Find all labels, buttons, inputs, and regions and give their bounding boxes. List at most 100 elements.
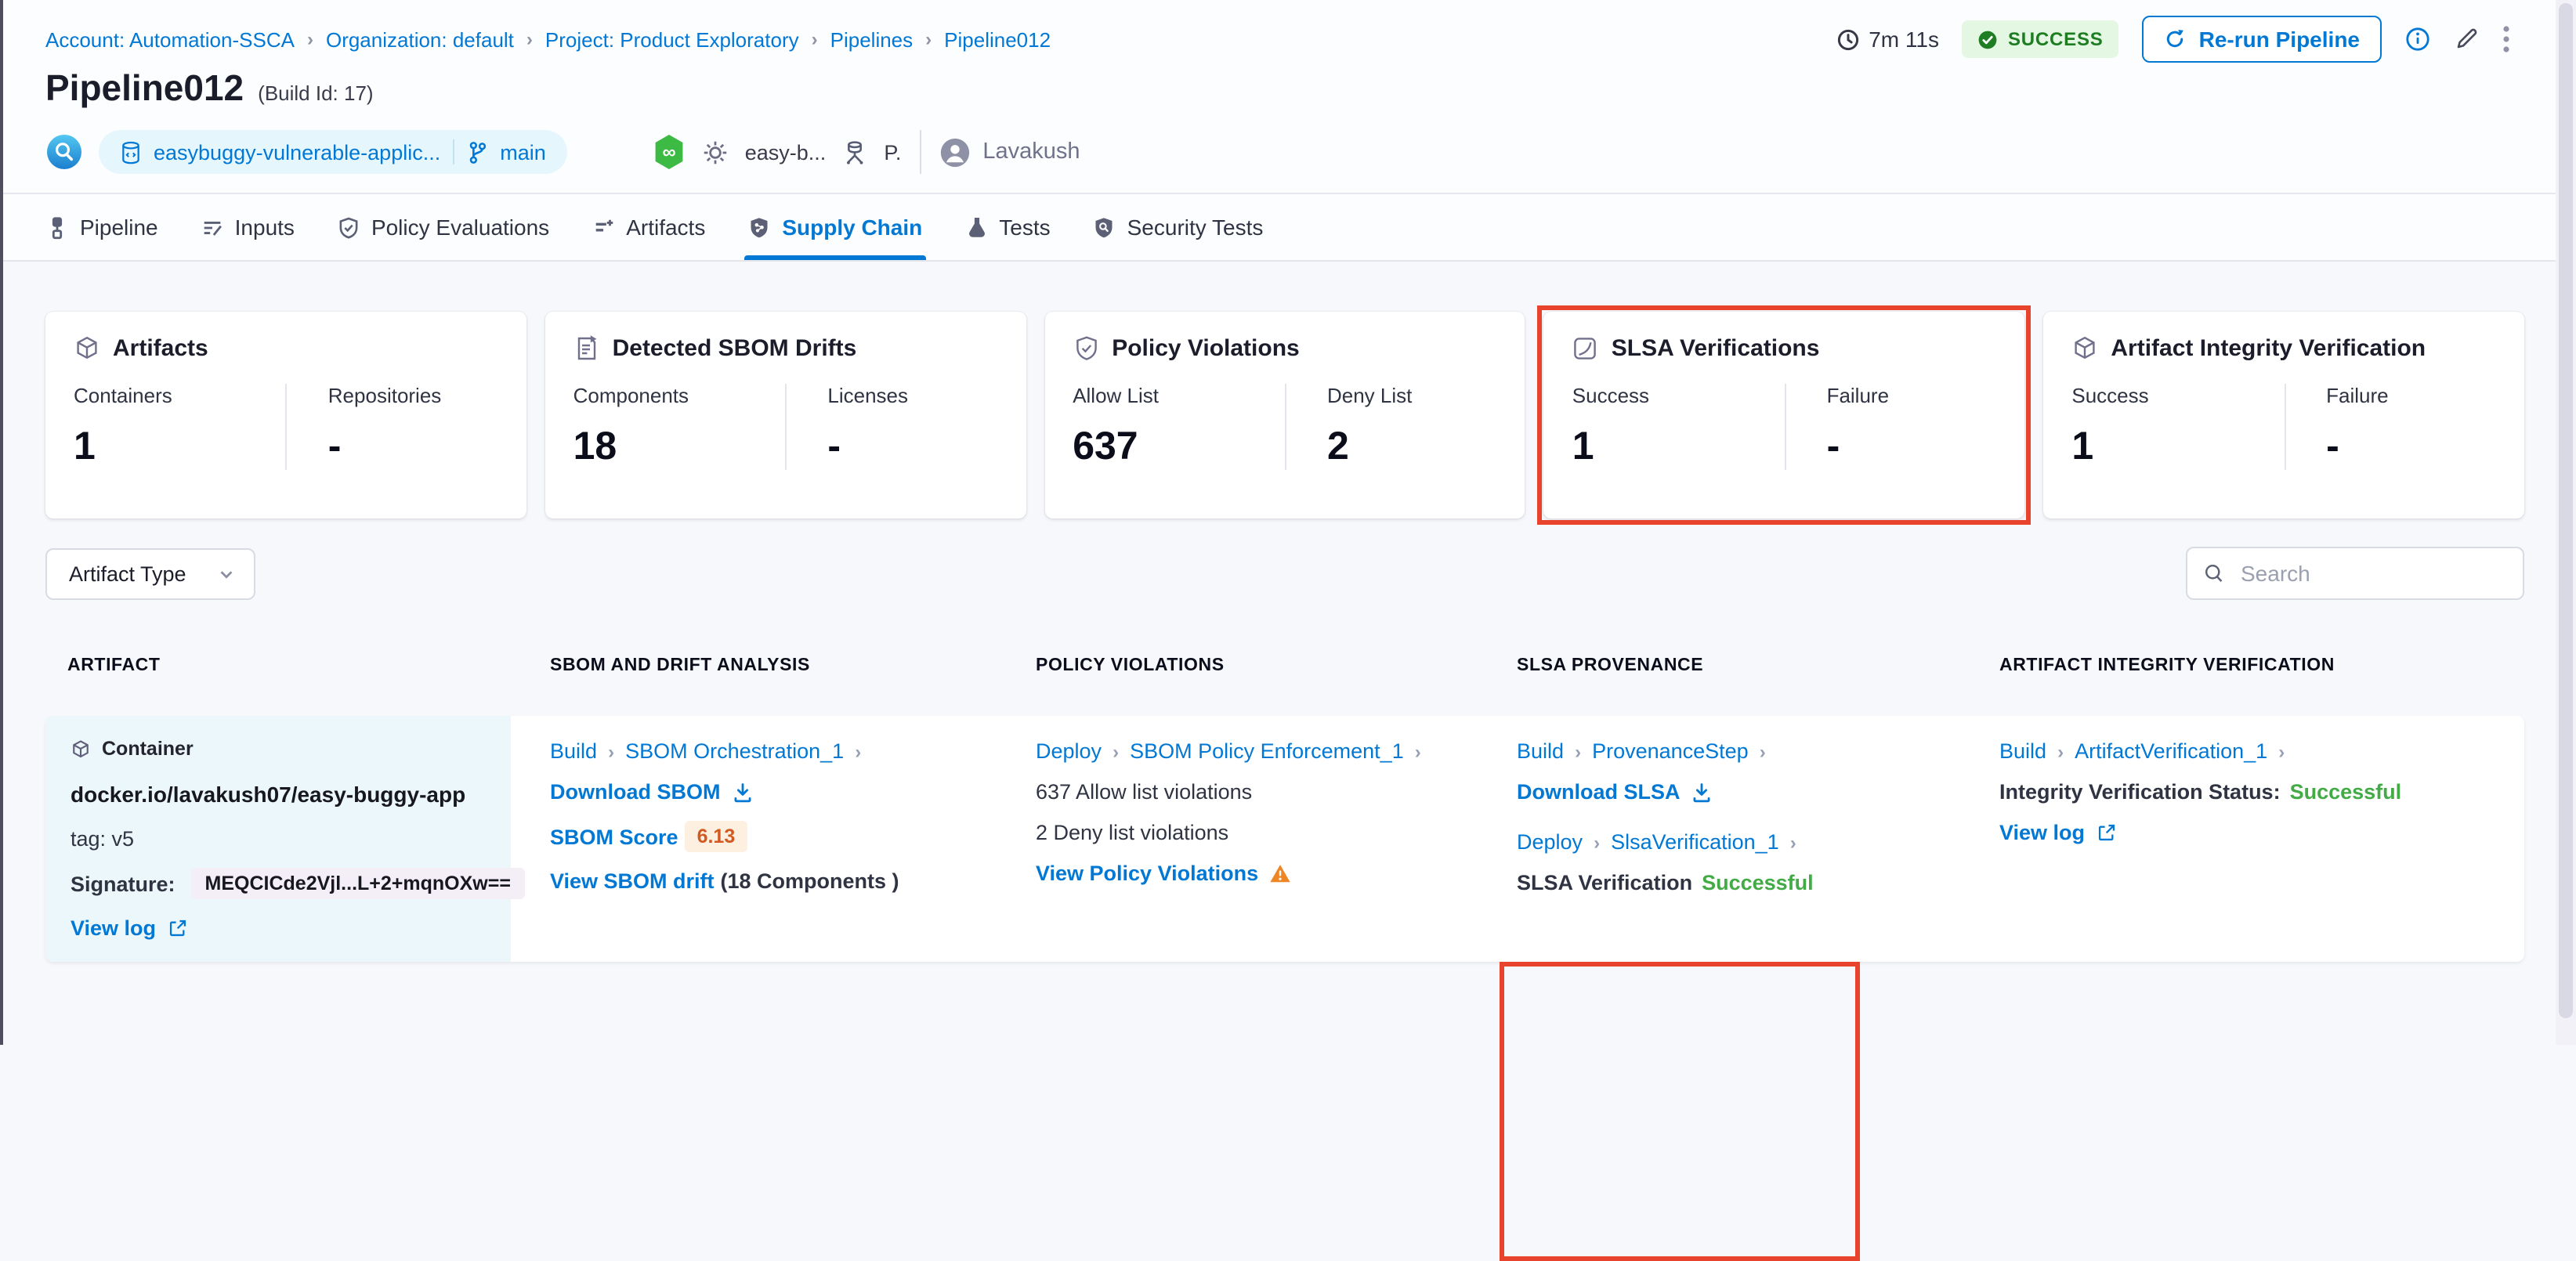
ci-hexagon-icon: ∞ bbox=[656, 135, 684, 169]
chevron-right-icon: › bbox=[608, 740, 615, 762]
environment-icon bbox=[847, 140, 863, 164]
column-header-policy-violations: POLICY VIOLATIONS bbox=[1036, 656, 1225, 675]
external-link-icon bbox=[2097, 824, 2115, 841]
chevron-right-icon: › bbox=[1789, 831, 1796, 853]
sbom-cell: Build › SBOM Orchestration_1 › Download … bbox=[511, 716, 997, 962]
table-header: ARTIFACT SBOM AND DRIFT ANALYSIS POLICY … bbox=[45, 656, 2524, 675]
page: Account: Automation-SSCA › Organization:… bbox=[0, 0, 2576, 1261]
pipeline-icon bbox=[52, 216, 63, 239]
header-divider bbox=[920, 130, 922, 174]
artifact-type-label: Container bbox=[102, 738, 194, 760]
sbom-stage-link[interactable]: Build bbox=[550, 739, 597, 763]
list-plus-icon bbox=[595, 219, 613, 231]
pill-divider bbox=[453, 139, 455, 164]
refresh-icon bbox=[2167, 30, 2184, 48]
search-icon bbox=[2205, 564, 2223, 582]
slsa-icon bbox=[1574, 338, 1597, 360]
sbom-document-icon bbox=[577, 335, 596, 360]
tab-supply-chain[interactable]: Supply Chain bbox=[744, 194, 927, 260]
breadcrumb-project[interactable]: Project: Product Exploratory bbox=[545, 27, 799, 51]
integrity-verification-status: Integrity Verification Status: Successfu… bbox=[1999, 780, 2402, 804]
breadcrumb-current[interactable]: Pipeline012 bbox=[944, 27, 1051, 51]
sbom-score-badge: 6.13 bbox=[684, 821, 748, 852]
stat-licenses: Licenses - bbox=[785, 384, 997, 470]
status-badge: SUCCESS bbox=[1962, 20, 2119, 58]
artifact-tag: tag: v5 bbox=[71, 827, 135, 851]
sbom-step-link[interactable]: SBOM Orchestration_1 bbox=[625, 739, 844, 763]
tab-security-tests[interactable]: Security Tests bbox=[1093, 194, 1263, 260]
slsa-verification-step-link[interactable]: SlsaVerification_1 bbox=[1611, 830, 1779, 854]
card-artifacts: Artifacts Containers 1 Repositories - bbox=[45, 312, 526, 518]
stat-slsa-failure: Failure - bbox=[1784, 384, 1997, 470]
branch-name: main bbox=[500, 140, 546, 164]
edit-button[interactable] bbox=[2454, 27, 2479, 52]
sbom-score-link[interactable]: SBOM Score bbox=[550, 825, 678, 848]
breadcrumb-organization[interactable]: Organization: default bbox=[326, 27, 514, 51]
shield-check-icon bbox=[1076, 336, 1096, 360]
chevron-right-icon: › bbox=[2057, 740, 2064, 762]
tab-tests[interactable]: Tests bbox=[964, 194, 1051, 260]
artifact-type-select[interactable]: Artifact Type bbox=[45, 547, 255, 599]
policy-stage-link[interactable]: Deploy bbox=[1036, 739, 1102, 763]
chevron-right-icon: › bbox=[526, 28, 533, 50]
deny-list-violations: 2 Deny list violations bbox=[1036, 821, 1229, 844]
tab-inputs[interactable]: Inputs bbox=[201, 194, 295, 260]
git-branch-icon bbox=[469, 141, 487, 163]
signature-value[interactable]: MEQCICde2Vjl...L+2+mqnOXw== bbox=[190, 868, 525, 899]
column-header-sbom: SBOM AND DRIFT ANALYSIS bbox=[550, 656, 810, 675]
chevron-right-icon: › bbox=[1575, 740, 1582, 762]
download-sbom-link[interactable]: Download SBOM bbox=[550, 780, 754, 804]
repo-branch-pill[interactable]: easybuggy-vulnerable-applic... main bbox=[99, 130, 568, 174]
kebab-menu-icon bbox=[2503, 26, 2509, 52]
stat-repositories: Repositories - bbox=[285, 384, 498, 470]
artifact-image-name: docker.io/lavakush07/easy-buggy-app bbox=[71, 782, 466, 807]
tab-artifacts[interactable]: Artifacts bbox=[592, 194, 705, 260]
artifact-verification-step-link[interactable]: ArtifactVerification_1 bbox=[2075, 739, 2267, 763]
download-slsa-link[interactable]: Download SLSA bbox=[1517, 780, 1713, 804]
slsa-build-stage-link[interactable]: Build bbox=[1517, 739, 1564, 763]
view-log-link[interactable]: View log bbox=[71, 916, 187, 940]
flask-icon bbox=[968, 216, 985, 237]
view-log-link[interactable]: View log bbox=[1999, 821, 2116, 844]
view-sbom-drift-link[interactable]: View SBOM drift bbox=[550, 869, 715, 893]
integrity-cell: Build › ArtifactVerification_1 › Integri… bbox=[1960, 716, 2524, 962]
provenance-step-link[interactable]: ProvenanceStep bbox=[1592, 739, 1749, 763]
tab-policy-evaluations[interactable]: Policy Evaluations bbox=[337, 194, 549, 260]
clock-icon bbox=[1837, 28, 1858, 50]
user-info: Lavakush bbox=[940, 137, 1080, 167]
security-shield-search-icon bbox=[1096, 217, 1113, 237]
scrollbar-thumb[interactable] bbox=[2559, 3, 2573, 1018]
search-input[interactable] bbox=[2238, 559, 2507, 587]
info-button[interactable] bbox=[2405, 27, 2430, 52]
repo-name: easybuggy-vulnerable-applic... bbox=[154, 140, 441, 164]
slsa-verification-status: SLSA Verification Successful bbox=[1517, 871, 1814, 894]
integrity-status-value: Successful bbox=[2289, 780, 2402, 804]
chevron-right-icon: › bbox=[811, 28, 818, 50]
summary-cards: Artifacts Containers 1 Repositories - De… bbox=[45, 305, 2524, 525]
rerun-pipeline-button[interactable]: Re-run Pipeline bbox=[2142, 16, 2382, 63]
stat-containers: Containers 1 bbox=[74, 384, 172, 468]
card-sbom-drifts: Detected SBOM Drifts Components 18 Licen… bbox=[545, 312, 1026, 518]
vertical-scrollbar[interactable] bbox=[2556, 0, 2576, 1045]
filter-bar: Artifact Type bbox=[45, 547, 2524, 600]
table-row: Container docker.io/lavakush07/easy-bugg… bbox=[45, 716, 2524, 962]
breadcrumb-pipelines[interactable]: Pipelines bbox=[830, 27, 914, 51]
card-slsa-verifications: SLSA Verifications Success 1 Failure - bbox=[1537, 305, 2031, 525]
svg-text:∞: ∞ bbox=[663, 142, 676, 163]
tab-bar: Pipeline Inputs Policy Evaluations Artif… bbox=[0, 194, 2576, 262]
breadcrumb-account[interactable]: Account: Automation-SSCA bbox=[45, 27, 295, 51]
slsa-deploy-stage-link[interactable]: Deploy bbox=[1517, 830, 1583, 854]
gear-icon bbox=[704, 140, 727, 164]
tab-pipeline[interactable]: Pipeline bbox=[45, 194, 158, 260]
breadcrumb: Account: Automation-SSCA › Organization:… bbox=[45, 27, 1051, 51]
chevron-down-icon bbox=[220, 570, 232, 578]
search-box[interactable] bbox=[2186, 547, 2524, 600]
stat-deny-list: Deny List 2 bbox=[1284, 384, 1497, 470]
integrity-stage-link[interactable]: Build bbox=[1999, 739, 2046, 763]
more-options-button[interactable] bbox=[2502, 25, 2510, 53]
repository-circle-icon bbox=[47, 135, 81, 169]
chevron-right-icon: › bbox=[2278, 740, 2285, 762]
view-policy-violations-link[interactable]: View Policy Violations bbox=[1036, 862, 1291, 885]
shield-check-icon bbox=[339, 216, 358, 238]
policy-step-link[interactable]: SBOM Policy Enforcement_1 bbox=[1130, 739, 1404, 763]
